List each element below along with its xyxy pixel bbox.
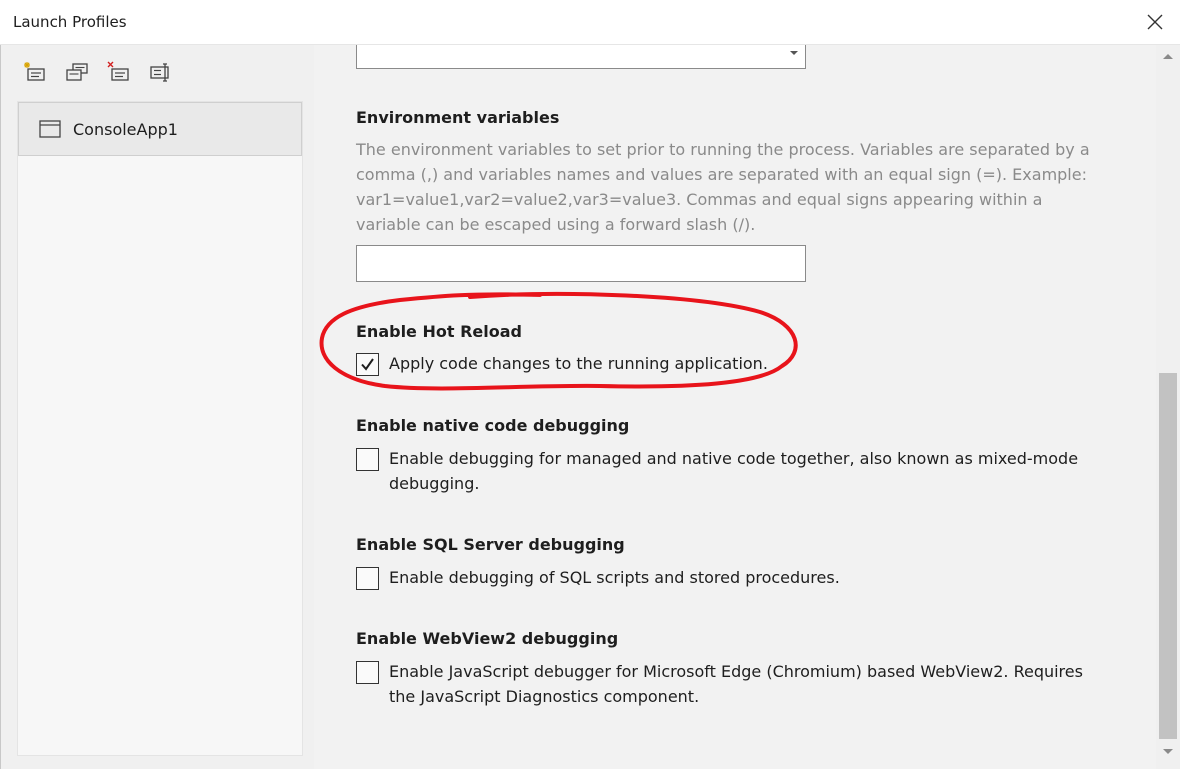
hot-reload-checkbox[interactable] xyxy=(356,353,379,376)
native-debugging-label: Enable debugging for managed and native … xyxy=(389,449,1079,493)
profile-settings-panel: Environment variables The environment va… xyxy=(314,45,1156,769)
vertical-scrollbar[interactable] xyxy=(1156,45,1180,769)
duplicate-profile-button[interactable] xyxy=(59,59,95,85)
window-icon xyxy=(39,120,61,138)
close-icon xyxy=(1147,14,1163,30)
title-bar: Launch Profiles xyxy=(0,0,1180,45)
delete-profile-icon xyxy=(107,61,129,81)
window-title: Launch Profiles xyxy=(13,13,127,31)
duplicate-profile-icon xyxy=(66,63,88,81)
sql-debugging-label: Enable debugging of SQL scripts and stor… xyxy=(389,568,840,587)
sql-debugging-title: Enable SQL Server debugging xyxy=(356,535,625,554)
chevron-down-icon xyxy=(790,51,798,55)
webview2-debugging-checkbox[interactable] xyxy=(356,661,379,684)
env-vars-input[interactable] xyxy=(356,245,806,282)
native-debugging-title: Enable native code debugging xyxy=(356,416,630,435)
rename-profile-button[interactable] xyxy=(143,59,179,85)
checkmark-icon xyxy=(361,358,374,371)
scroll-down-arrow-icon[interactable] xyxy=(1160,747,1176,757)
settings-dropdown[interactable] xyxy=(356,45,806,69)
hot-reload-title: Enable Hot Reload xyxy=(356,322,522,341)
webview2-debugging-label: Enable JavaScript debugger for Microsoft… xyxy=(389,662,1083,706)
profile-item-consoleapp1[interactable]: ConsoleApp1 xyxy=(18,102,302,156)
rename-profile-icon xyxy=(150,63,169,82)
profiles-sidebar: ConsoleApp1 xyxy=(0,45,314,769)
new-profile-button[interactable] xyxy=(17,59,53,85)
env-vars-description: The environment variables to set prior t… xyxy=(356,140,1090,234)
close-button[interactable] xyxy=(1140,8,1170,36)
env-vars-title: Environment variables xyxy=(356,108,560,127)
profiles-toolbar xyxy=(17,59,179,85)
native-debugging-checkbox[interactable] xyxy=(356,448,379,471)
profile-item-label: ConsoleApp1 xyxy=(73,119,178,139)
scroll-up-arrow-icon[interactable] xyxy=(1160,51,1176,61)
profile-list: ConsoleApp1 xyxy=(17,101,303,756)
sql-debugging-checkbox[interactable] xyxy=(356,567,379,590)
delete-profile-button[interactable] xyxy=(101,59,137,85)
webview2-debugging-title: Enable WebView2 debugging xyxy=(356,629,619,648)
scrollbar-thumb[interactable] xyxy=(1159,373,1177,739)
new-profile-icon xyxy=(24,62,45,81)
hot-reload-label: Apply code changes to the running applic… xyxy=(389,354,768,373)
